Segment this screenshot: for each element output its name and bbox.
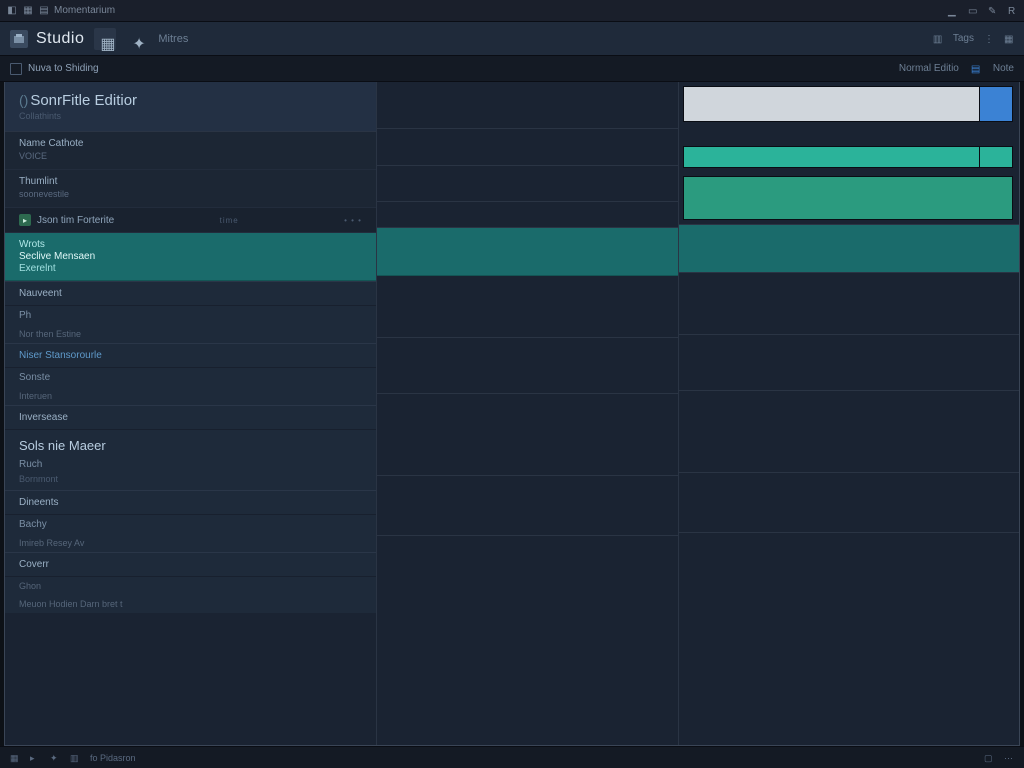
group-header[interactable]: Inversease	[5, 405, 376, 430]
prop-value: soonevestile	[19, 189, 362, 199]
timeline-cell[interactable]	[377, 276, 678, 338]
color-swatch-green[interactable]	[683, 176, 1013, 220]
document-tabbar: Nuva to Shiding Normal Editio ▤ Note	[0, 56, 1024, 82]
color-swatch-light[interactable]	[683, 86, 1013, 122]
status-icon-2[interactable]: ▸	[30, 753, 40, 763]
panel-header: ()SonrFitle Editior Collathints	[5, 82, 376, 132]
preview-cell[interactable]	[679, 391, 1019, 473]
properties-panel: ()SonrFitle Editior Collathints Name Cat…	[5, 82, 377, 745]
group-nauveent: Nauveent Ph Nor then Estine	[5, 281, 376, 343]
timeline-cell[interactable]	[377, 338, 678, 394]
status-icon-3[interactable]: ✦	[50, 753, 60, 763]
tool-icon[interactable]: ✎	[988, 6, 998, 16]
timeline-cell[interactable]	[377, 394, 678, 476]
timeline-cell[interactable]	[377, 476, 678, 536]
group-item[interactable]: Meuon Hodien Darn bret t	[5, 595, 376, 613]
tab-icon	[10, 63, 22, 75]
preview-cell[interactable]	[679, 473, 1019, 533]
preview-column	[679, 82, 1019, 745]
paren-icon: ()	[19, 92, 28, 108]
property-row-name[interactable]: Name Cathote VOICE	[5, 132, 376, 170]
os-titlebar: ◧ ▦ ▤ Momentarium ▁ ▭ ✎ R	[0, 0, 1024, 22]
panel-subtitle: Collathints	[19, 111, 362, 121]
group-item[interactable]: Bornmont	[5, 474, 376, 490]
note-label[interactable]: Note	[993, 63, 1014, 74]
color-swatch-blue[interactable]	[979, 86, 1013, 122]
group-dineents: Dineents Bachy Imireb Resey Av	[5, 490, 376, 552]
tab-label: Nuva to Shiding	[28, 63, 99, 74]
property-row-thumb[interactable]: Thumlint soonevestile	[5, 170, 376, 208]
prop-label: Name Cathote	[19, 138, 362, 149]
group-inversease: Inversease Sols nie Maeer Ruch Bornmont	[5, 405, 376, 490]
timeline-cell[interactable]	[377, 129, 678, 166]
toolbar-button-2[interactable]: ✦	[126, 28, 148, 50]
window-icon: ◧	[6, 5, 18, 17]
more-icon[interactable]: ⋮	[984, 34, 994, 44]
group-niser: Niser Stansorourle Sonste Interuen	[5, 343, 376, 405]
mode-label[interactable]: Normal Editio	[899, 63, 959, 74]
menu-label[interactable]: Mitres	[158, 33, 188, 45]
preview-area[interactable]	[679, 224, 1019, 745]
panel-icon[interactable]: ▥	[933, 34, 943, 44]
status-label: fo Pidasron	[90, 753, 136, 763]
timeline-cell[interactable]	[377, 202, 678, 228]
group-title[interactable]: Sols nie Maeer	[5, 430, 376, 455]
selected-track-row[interactable]: Wrots Seclive Mensaen Exerelnt	[5, 233, 376, 281]
status-right-icon-2[interactable]: ⋯	[1004, 753, 1014, 763]
group-header[interactable]: Coverr	[5, 552, 376, 577]
color-swatch-mint-small[interactable]	[979, 146, 1013, 168]
runtime-tag: time	[220, 216, 239, 225]
group-header[interactable]: Dineents	[5, 490, 376, 515]
mode-icon[interactable]: ▤	[971, 64, 981, 74]
prop-value: VOICE	[19, 151, 362, 161]
runtime-badge-icon: ▸	[19, 214, 31, 226]
panel-title: SonrFitle Editior	[30, 92, 137, 109]
timeline-column	[377, 82, 679, 745]
runtime-section-header[interactable]: ▸ Json tim Forterite time • • •	[5, 208, 376, 233]
timeline-cell[interactable]	[377, 82, 678, 129]
group-item[interactable]: Interuen	[5, 387, 376, 405]
status-icon-4[interactable]: ▥	[70, 753, 80, 763]
brand-icon	[10, 30, 28, 48]
status-icon-1[interactable]: ▦	[10, 753, 20, 763]
group-header[interactable]: Nauveent	[5, 281, 376, 306]
status-bar: ▦ ▸ ✦ ▥ fo Pidasron ▢ ⋯	[0, 746, 1024, 768]
window-icon-3: ▤	[38, 5, 50, 17]
preview-cell[interactable]	[679, 335, 1019, 391]
toolbar-button-1[interactable]: ▦	[94, 28, 116, 50]
group-item[interactable]: Sonste	[5, 368, 376, 387]
settings-icon[interactable]: ▦	[1004, 34, 1014, 44]
window-icon-2: ▦	[22, 5, 34, 17]
app-topbar: Studio ▦ ✦ Mitres ▥ Tags ⋮ ▦	[0, 22, 1024, 56]
minimize-icon[interactable]: ▁	[948, 6, 958, 16]
group-item[interactable]: Bachy	[5, 515, 376, 534]
group-item[interactable]: Imireb Resey Av	[5, 534, 376, 552]
track-line-3: Exerelnt	[19, 263, 362, 274]
group-header[interactable]: Niser Stansorourle	[5, 343, 376, 368]
preview-cell[interactable]	[679, 273, 1019, 335]
right-label[interactable]: Tags	[953, 33, 974, 44]
track-line-1: Wrots	[19, 239, 362, 250]
group-item[interactable]: Nor then Estine	[5, 325, 376, 343]
group-item[interactable]: Ruch	[5, 455, 376, 474]
runtime-label: Json tim Forterite	[37, 215, 114, 226]
tab-active[interactable]: Nuva to Shiding	[10, 63, 99, 75]
prop-label: Thumlint	[19, 176, 362, 187]
close-icon[interactable]: R	[1008, 6, 1018, 16]
group-item[interactable]: Ph	[5, 306, 376, 325]
timeline-cell-selected[interactable]	[377, 228, 678, 276]
timeline-cell[interactable]	[377, 166, 678, 202]
preview-track-teal[interactable]	[679, 225, 1019, 273]
group-item[interactable]: Ghon	[5, 577, 376, 595]
runtime-dots-icon[interactable]: • • •	[344, 216, 362, 225]
track-line-2: Seclive Mensaen	[19, 251, 362, 262]
window-title: Momentarium	[54, 5, 115, 16]
maximize-icon[interactable]: ▭	[968, 6, 978, 16]
group-coverr: Coverr Ghon Meuon Hodien Darn bret t	[5, 552, 376, 613]
workspace: ()SonrFitle Editior Collathints Name Cat…	[4, 82, 1020, 746]
status-right-icon-1[interactable]: ▢	[984, 753, 994, 763]
brand-label: Studio	[36, 30, 84, 48]
color-swatch-mint[interactable]	[683, 146, 1013, 168]
